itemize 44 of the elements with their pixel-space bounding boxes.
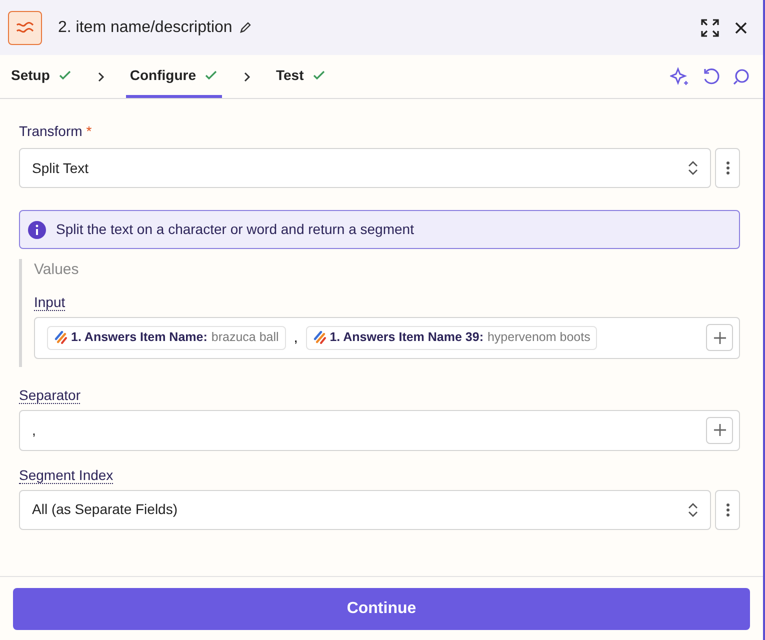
app-logo-icon	[312, 331, 326, 344]
step-title: 2. item name/description	[58, 18, 232, 38]
chevron-right-icon	[96, 70, 106, 82]
undo-icon[interactable]	[702, 68, 720, 86]
select-field[interactable]: All (as Separate Fields)	[19, 490, 711, 530]
check-icon	[312, 68, 326, 82]
step-tab[interactable]: Configure	[126, 55, 222, 98]
chevron-right-icon	[242, 70, 252, 82]
continue-button[interactable]: Continue	[13, 588, 750, 630]
more-vertical-icon	[726, 161, 730, 175]
field-label: Input	[34, 294, 66, 310]
input-field[interactable]: 1. Answers Item Name: brazuca ball , 1. Answers Item Name 39: hypervenom boots	[34, 316, 740, 358]
expand-icon[interactable]	[701, 18, 719, 36]
step-tab[interactable]: Test	[272, 55, 330, 98]
joiner-text: ,	[294, 328, 298, 347]
field-label: Transform	[19, 122, 82, 141]
plus-icon	[712, 423, 726, 437]
info-text: Split the text on a character or word and return a segment	[56, 220, 414, 239]
data-token[interactable]: 1. Answers Item Name: brazuca ball	[47, 326, 286, 350]
close-icon[interactable]	[735, 22, 747, 34]
info-icon	[28, 220, 46, 238]
field-label: Separator	[19, 386, 80, 404]
app-logo-icon	[8, 10, 42, 44]
text-field[interactable]: ,	[19, 410, 740, 450]
data-token[interactable]: 1. Answers Item Name 39: hypervenom boots	[306, 326, 598, 350]
pencil-icon[interactable]	[239, 21, 252, 34]
field-label: Segment Index	[19, 466, 114, 484]
more-options-button[interactable]	[715, 490, 740, 530]
add-button[interactable]	[706, 324, 733, 351]
plus-icon	[712, 330, 726, 344]
sort-icon	[688, 160, 698, 176]
more-options-button[interactable]	[715, 148, 740, 188]
add-button[interactable]	[706, 416, 733, 444]
sparkle-icon[interactable]	[670, 66, 690, 86]
search-icon[interactable]	[732, 68, 750, 86]
sort-icon	[688, 502, 698, 518]
app-logo-icon	[54, 331, 67, 344]
more-vertical-icon	[726, 502, 730, 516]
required-mark: *	[86, 122, 92, 141]
select-field[interactable]: Split Text	[19, 148, 711, 188]
check-icon	[204, 68, 218, 82]
check-icon	[58, 68, 72, 82]
section-title: Values	[34, 260, 80, 280]
step-tab[interactable]: Setup	[7, 55, 76, 98]
